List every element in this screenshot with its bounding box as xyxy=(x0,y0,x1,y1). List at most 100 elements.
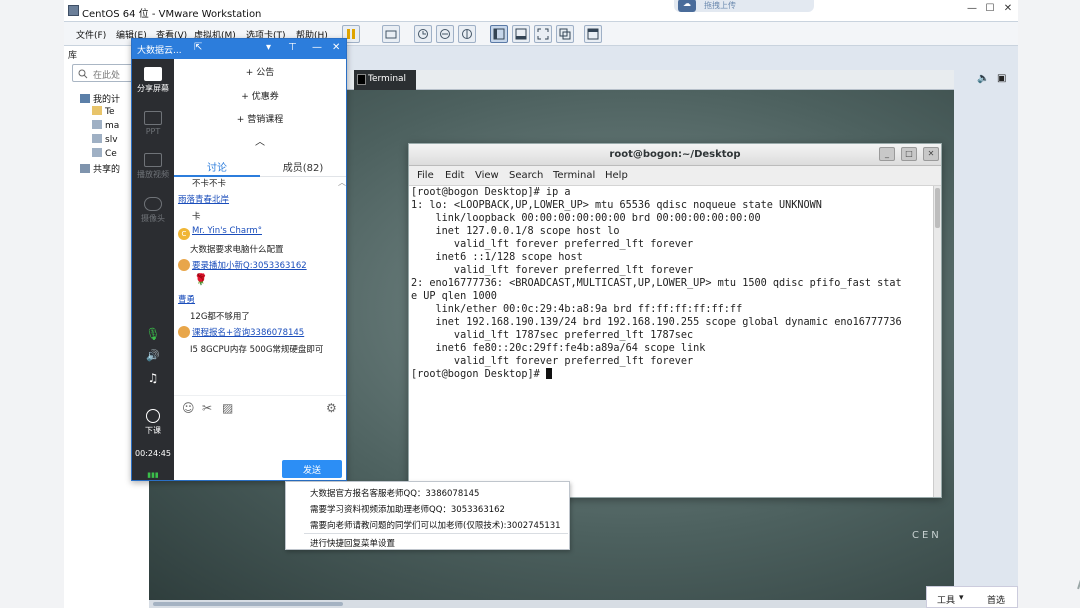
tree-label: Te xyxy=(105,107,115,117)
scrollbar-thumb[interactable] xyxy=(153,602,343,606)
message-text: I5 8GCPU内存 500G常规硬盘即可 xyxy=(190,345,324,355)
terminal-line: valid_lft forever preferred_lft forever xyxy=(411,356,694,367)
pin-icon[interactable]: ⊤ xyxy=(288,42,297,53)
computer-icon xyxy=(80,94,90,103)
send-button[interactable]: 发送 xyxy=(282,460,342,478)
vm-folder-icon xyxy=(92,106,102,115)
share-screen-button[interactable]: 分享屏幕 xyxy=(132,67,174,94)
end-class-button[interactable]: 下课 xyxy=(132,409,174,436)
revert-snapshot-button[interactable] xyxy=(436,25,454,43)
monitor-icon[interactable]: ▣ xyxy=(997,73,1006,84)
close-icon[interactable]: ✕ xyxy=(1000,3,1016,17)
thumbnail-view-button[interactable] xyxy=(512,25,530,43)
collapse-chevron-icon[interactable]: ︿ xyxy=(174,127,346,149)
chat-minimize-icon[interactable]: — xyxy=(312,42,322,53)
chat-message-list[interactable]: 不卡不卡 ︿ 雨落青春北岸 卡 C Mr. Yin's Charm° 大数据要求电… xyxy=(174,177,346,387)
terminal-menu-search[interactable]: Search xyxy=(509,170,543,181)
maximize-icon[interactable]: ☐ xyxy=(982,3,998,17)
end-class-icon xyxy=(146,409,160,423)
fullscreen-button[interactable] xyxy=(534,25,552,43)
terminal-menu-view[interactable]: View xyxy=(475,170,499,181)
camera-button[interactable]: 摄像头 xyxy=(132,197,174,224)
cloud-icon: ☁ xyxy=(678,0,696,12)
snapshot-manager-icon xyxy=(462,29,472,39)
keyboard-icon xyxy=(385,30,397,39)
console-view-button[interactable] xyxy=(584,25,602,43)
upload-pill[interactable]: ☁ 拖拽上传 xyxy=(674,0,814,12)
message-sender[interactable]: 课程报名+咨询3386078145 xyxy=(192,328,304,338)
message-text: 大数据要求电脑什么配置 xyxy=(190,245,284,255)
preferences-button[interactable]: 首选 xyxy=(987,593,1005,606)
scissors-icon[interactable]: ✂ xyxy=(202,401,212,415)
menu-separator xyxy=(304,533,568,534)
quick-reply-item[interactable]: 需要学习资料视频添加助理老师QQ：3053363162 xyxy=(310,503,505,515)
speaker-icon[interactable]: 🔊 xyxy=(132,349,174,362)
snapshot-button[interactable] xyxy=(414,25,432,43)
minimize-icon[interactable]: — xyxy=(964,3,980,17)
tree-vm-slv[interactable]: slv xyxy=(92,134,118,145)
microphone-icon[interactable]: 🎙 xyxy=(132,327,174,341)
tree-vm-te[interactable]: Te xyxy=(92,106,115,117)
quick-reply-settings[interactable]: 进行快捷回复菜单设置 xyxy=(310,537,395,549)
terminal-line: inet 127.0.0.1/8 scope host lo xyxy=(411,226,620,237)
message-sender-row: C Mr. Yin's Charm° xyxy=(178,226,262,240)
announcement-button[interactable]: + 公告 xyxy=(174,59,346,81)
library-view-button[interactable] xyxy=(490,25,508,43)
terminal-maximize-icon[interactable]: □ xyxy=(901,147,917,161)
tree-vm-ce[interactable]: Ce xyxy=(92,148,117,159)
menu-file[interactable]: 文件(F) xyxy=(76,28,106,41)
send-keys-button[interactable] xyxy=(382,25,400,43)
snapshot-manager-button[interactable] xyxy=(458,25,476,43)
rose-emoji: 🌹 xyxy=(194,273,208,286)
message-sender[interactable]: 雨落青春北岸 xyxy=(178,193,229,205)
vm-tab-terminal[interactable]: Terminal xyxy=(354,70,416,90)
ppt-icon xyxy=(144,111,162,125)
tab-members[interactable]: 成员(82) xyxy=(260,151,346,177)
play-video-icon xyxy=(144,153,162,167)
unity-icon xyxy=(559,28,571,40)
tree-vm-ma[interactable]: ma xyxy=(92,120,119,131)
image-icon[interactable]: ▨ xyxy=(222,401,233,415)
terminal-line: link/loopback 00:00:00:00:00:00 brd 00:0… xyxy=(411,213,761,224)
vm-horizontal-scrollbar[interactable] xyxy=(149,600,954,608)
tree-shared[interactable]: 共享的 xyxy=(80,162,120,175)
chat-main: + 公告 + 优惠券 + 营销课程 ︿ 讨论 成员(82) 不卡不卡 ︿ 雨落青… xyxy=(174,59,346,480)
terminal-menu-edit[interactable]: Edit xyxy=(445,170,464,181)
music-icon[interactable]: ♫ xyxy=(132,371,174,385)
tab-discussion[interactable]: 讨论 xyxy=(174,151,260,177)
terminal-window[interactable]: root@bogon:~/Desktop _ □ ✕ File Edit Vie… xyxy=(408,143,942,498)
marketing-course-button[interactable]: + 营销课程 xyxy=(174,106,346,128)
play-video-button[interactable]: 播放视频 xyxy=(132,153,174,180)
quick-reply-item[interactable]: 大数据官方报名客服老师QQ：3386078145 xyxy=(310,487,479,499)
chat-close-icon[interactable]: ✕ xyxy=(332,42,340,53)
terminal-scrollbar-thumb[interactable] xyxy=(935,188,940,228)
ppt-button[interactable]: PPT xyxy=(132,111,174,136)
chat-title: 大数据云... xyxy=(137,46,182,56)
message-sender[interactable]: 曹勇 xyxy=(178,293,195,305)
message-sender[interactable]: 要录播加小新Q:3053363162 xyxy=(192,261,307,271)
volume-icon[interactable]: 🔈 xyxy=(977,73,989,84)
terminal-icon xyxy=(357,74,366,85)
emoji-icon[interactable]: ☺ xyxy=(182,401,195,415)
message-text: 12G都不够用了 xyxy=(190,312,250,322)
chevron-down-icon[interactable]: ▾ xyxy=(266,42,271,53)
terminal-minimize-icon[interactable]: _ xyxy=(879,147,895,161)
terminal-line: valid_lft forever preferred_lft forever xyxy=(411,239,694,250)
letterbox-right xyxy=(1018,0,1080,608)
settings-gear-icon[interactable]: ⚙ xyxy=(326,401,337,415)
terminal-scrollbar[interactable] xyxy=(933,186,941,497)
quick-reply-item[interactable]: 需要向老师请教问题的同学们可以加老师(仅限技术):3002745131 xyxy=(310,519,561,531)
terminal-menu-file[interactable]: File xyxy=(417,170,434,181)
scroll-up-icon[interactable]: ︿ xyxy=(338,177,346,188)
terminal-menu-terminal[interactable]: Terminal xyxy=(553,170,595,181)
terminal-menu-help[interactable]: Help xyxy=(605,170,628,181)
terminal-line: 2: eno16777736: <BROADCAST,MULTICAST,UP,… xyxy=(411,278,902,289)
terminal-output[interactable]: [root@bogon Desktop]# ip a 1: lo: <LOOPB… xyxy=(409,186,933,497)
message-sender[interactable]: Mr. Yin's Charm° xyxy=(192,226,262,236)
unity-button[interactable] xyxy=(556,25,574,43)
tree-my-computer[interactable]: 我的计 xyxy=(80,92,120,105)
share-out-icon[interactable]: ⇱ xyxy=(194,42,202,53)
coupon-button[interactable]: + 优惠券 xyxy=(174,83,346,105)
tools-menu[interactable]: 工具 xyxy=(937,593,955,606)
terminal-close-icon[interactable]: ✕ xyxy=(923,147,939,161)
